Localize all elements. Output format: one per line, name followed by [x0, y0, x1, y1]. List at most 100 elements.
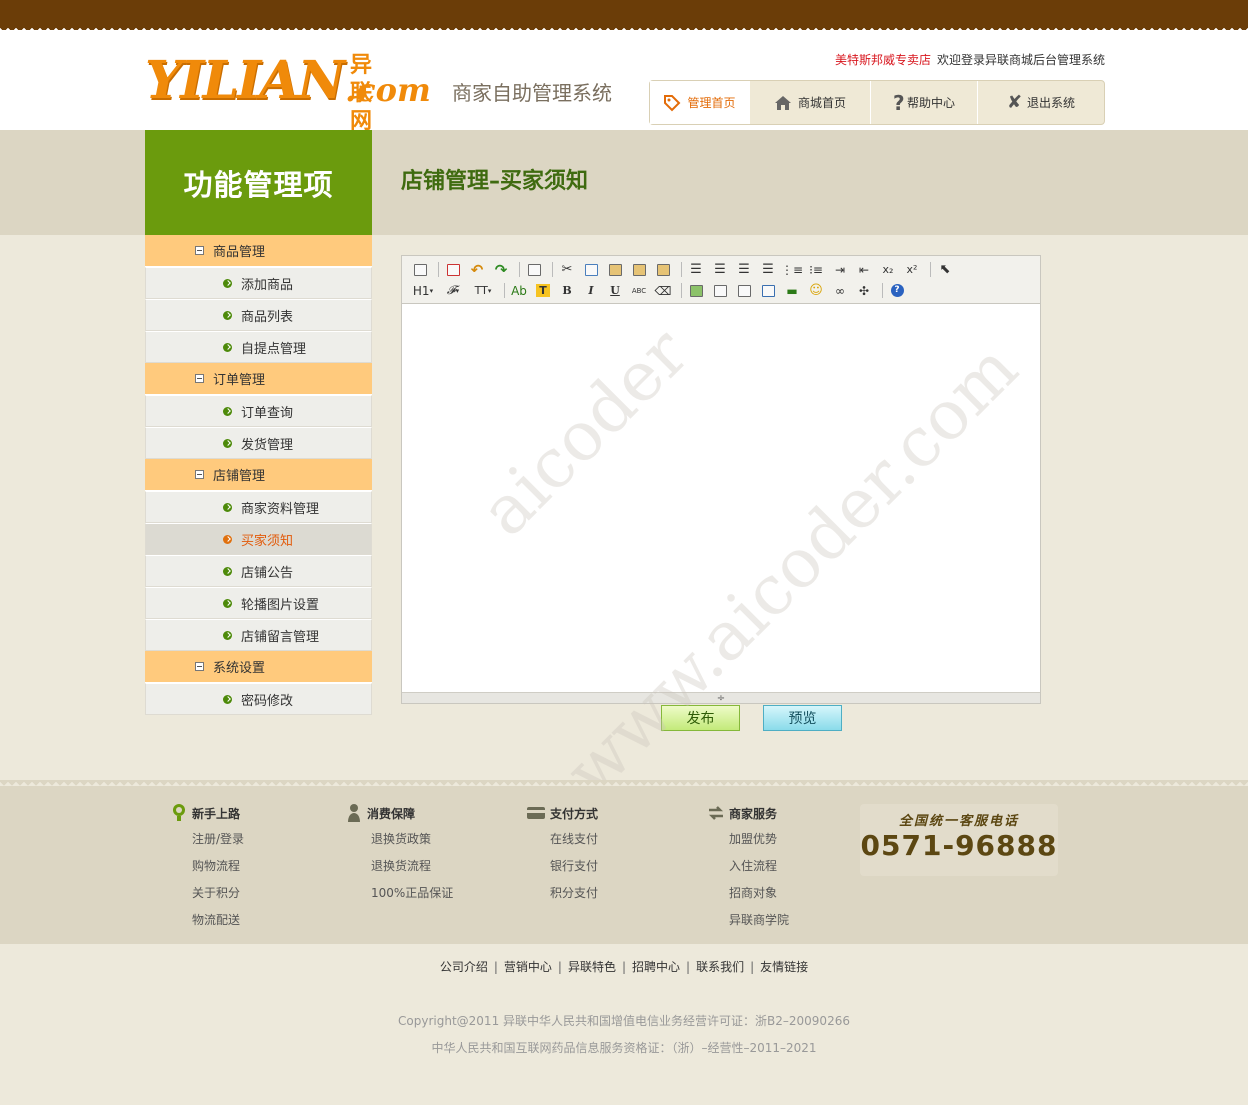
link-features[interactable]: 异联特色	[568, 960, 616, 974]
lightbulb-icon	[173, 804, 185, 821]
font-family-dropdown[interactable]: 𝓕 ▾	[440, 282, 466, 300]
link-contact[interactable]: 联系我们	[696, 960, 744, 974]
redo-button[interactable]: ↷	[491, 261, 511, 279]
unlink-button[interactable]: ✣	[854, 282, 874, 300]
menu-item-label: 添加商品	[241, 277, 294, 293]
heading-dropdown[interactable]: H1 ▾	[410, 282, 436, 300]
font-size-dropdown[interactable]: TT ▾	[470, 282, 496, 300]
insert-flash-button[interactable]	[710, 282, 730, 300]
menu-item-label: 店铺公告	[241, 565, 294, 581]
align-center-button[interactable]: ☰	[710, 261, 730, 279]
superscript-button[interactable]: x²	[902, 261, 922, 279]
undo-button[interactable]: ↶	[467, 261, 487, 279]
toolbar-divider	[519, 262, 520, 277]
footer-link[interactable]: 关于积分	[170, 880, 244, 907]
footer-link[interactable]: 购物流程	[170, 853, 244, 880]
media-icon	[737, 284, 751, 297]
footer-link[interactable]: 物流配送	[170, 907, 244, 934]
menu-item-store-announcement[interactable]: 店铺公告	[145, 555, 372, 587]
menu-item-add-goods[interactable]: 添加商品	[145, 267, 372, 299]
outdent-button[interactable]: ⇤	[854, 261, 874, 279]
insert-table-button[interactable]	[758, 282, 778, 300]
footer-link[interactable]: 退换货政策	[345, 826, 453, 853]
nav-mall-home[interactable]: 商城首页	[750, 81, 871, 124]
unlink-icon: ✣	[858, 283, 870, 298]
font-color-button[interactable]: Ab	[509, 282, 529, 300]
cut-button[interactable]: ✂	[557, 261, 577, 279]
strikethrough-button[interactable]: ABC	[629, 282, 649, 300]
source-code-button[interactable]	[410, 261, 430, 279]
publish-button[interactable]: 发布	[661, 705, 740, 731]
editor-content-area[interactable]	[402, 304, 1040, 692]
collapse-icon	[195, 662, 204, 671]
footer-link[interactable]: 在线支付	[526, 826, 598, 853]
arrow-circle-icon	[223, 534, 232, 544]
about-button[interactable]: ?	[887, 282, 907, 300]
paste-button[interactable]	[605, 261, 625, 279]
footer-link[interactable]: 招商对象	[707, 880, 789, 907]
indent-button[interactable]: ⇥	[830, 261, 850, 279]
copy-button[interactable]	[581, 261, 601, 279]
footer-link[interactable]: 异联商学院	[707, 907, 789, 934]
insert-media-button[interactable]	[734, 282, 754, 300]
footer-link[interactable]: 退换货流程	[345, 853, 453, 880]
link-button[interactable]: ∞	[830, 282, 850, 300]
nav-help-center[interactable]: ? 帮助中心	[871, 81, 978, 124]
paste-text-button[interactable]	[629, 261, 649, 279]
menu-item-change-password[interactable]: 密码修改	[145, 683, 372, 715]
menu-group-store[interactable]: 店铺管理	[145, 459, 372, 491]
footer-link[interactable]: 加盟优势	[707, 826, 789, 853]
subscript-button[interactable]: x₂	[878, 261, 898, 279]
footer-link[interactable]: 100%正品保证	[345, 880, 453, 907]
ordered-list-button[interactable]: ⋮≡	[781, 261, 803, 279]
insert-hr-button[interactable]: ▬	[782, 282, 802, 300]
menu-group-system[interactable]: 系统设置	[145, 651, 372, 683]
align-left-button[interactable]: ☰	[686, 261, 706, 279]
menu-item-label: 轮播图片设置	[241, 597, 320, 613]
footer-link[interactable]: 积分支付	[526, 880, 598, 907]
menu-item-order-query[interactable]: 订单查询	[145, 395, 372, 427]
select-all-button[interactable]: ⬉	[935, 261, 955, 279]
italic-button[interactable]: I	[581, 282, 601, 300]
emoticon-button[interactable]: ☺	[806, 282, 826, 300]
paste-word-button[interactable]	[653, 261, 673, 279]
menu-item-carousel-settings[interactable]: 轮播图片设置	[145, 587, 372, 619]
insert-image-button[interactable]	[686, 282, 706, 300]
menu-item-merchant-profile[interactable]: 商家资料管理	[145, 491, 372, 523]
menu-item-pickup-points[interactable]: 自提点管理	[145, 331, 372, 363]
print-button[interactable]	[524, 261, 544, 279]
footer-link[interactable]: 入住流程	[707, 853, 789, 880]
chevron-down-icon: ▾	[429, 286, 434, 295]
bold-button[interactable]: B	[557, 282, 577, 300]
unordered-list-button[interactable]: ⁝≡	[806, 261, 826, 279]
link-marketing[interactable]: 营销中心	[504, 960, 552, 974]
menu-item-goods-list[interactable]: 商品列表	[145, 299, 372, 331]
link-jobs[interactable]: 招聘中心	[632, 960, 680, 974]
justify-button[interactable]: ☰	[758, 261, 778, 279]
link-friends[interactable]: 友情链接	[760, 960, 808, 974]
fullscreen-button[interactable]	[443, 261, 463, 279]
underline-button[interactable]: U	[605, 282, 625, 300]
preview-button[interactable]: 预览	[763, 705, 842, 731]
footer-link[interactable]: 注册/登录	[170, 826, 244, 853]
nav-logout[interactable]: ✘ 退出系统	[978, 81, 1104, 124]
shop-name[interactable]: 美特斯邦威专卖店	[835, 53, 931, 67]
align-right-button[interactable]: ☰	[734, 261, 754, 279]
editor-resize-handle[interactable]: ÷	[402, 692, 1040, 704]
nav-admin-home[interactable]: 管理首页	[650, 81, 750, 124]
menu-group-goods[interactable]: 商品管理	[145, 235, 372, 267]
footer-link[interactable]: 银行支付	[526, 853, 598, 880]
highlight-button[interactable]: T	[533, 282, 553, 300]
menu-item-store-messages[interactable]: 店铺留言管理	[145, 619, 372, 651]
sidebar: 商品管理 添加商品 商品列表 自提点管理 订单管理 订单查询 发货管理 店铺管理…	[145, 235, 372, 715]
hotline-number: 0571-96888	[860, 829, 1058, 862]
menu-item-shipping[interactable]: 发货管理	[145, 427, 372, 459]
logo-com-text: .com	[345, 71, 431, 109]
menu-group-orders[interactable]: 订单管理	[145, 363, 372, 395]
remove-format-button[interactable]: ⌫	[653, 282, 673, 300]
menu-item-buyer-notice[interactable]: 买家须知	[145, 523, 372, 555]
indent-icon: ⇥	[834, 262, 846, 277]
link-company[interactable]: 公司介绍	[440, 960, 488, 974]
menu-item-label: 店铺留言管理	[241, 629, 320, 645]
page-title: 店铺管理–买家须知	[401, 169, 589, 194]
